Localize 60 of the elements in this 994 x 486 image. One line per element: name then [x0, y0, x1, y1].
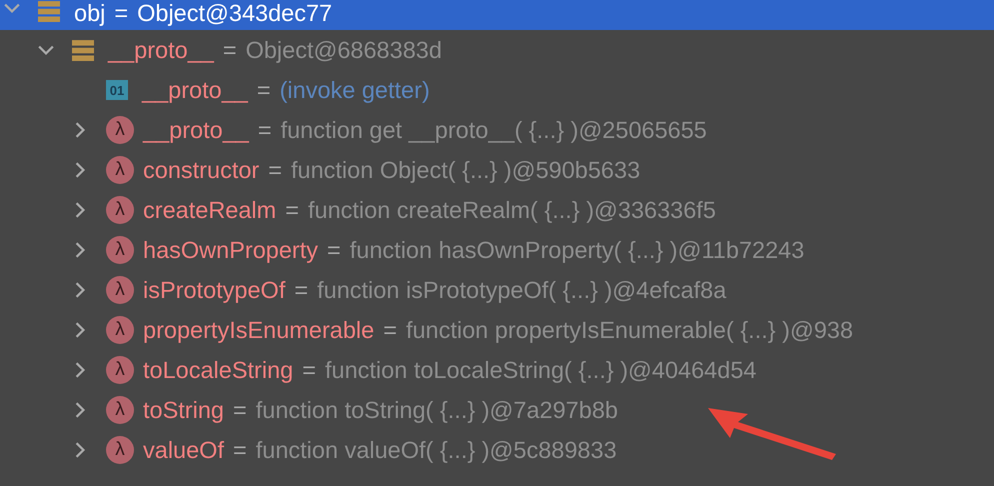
tree-row[interactable]: λ valueOf = function valueOf( {...} )@5c889833	[68, 430, 994, 470]
equals-sign: =	[268, 156, 282, 184]
tree-row[interactable]: λ constructor = function Object( {...} )@590b5633	[68, 150, 994, 190]
tree-row[interactable]: λ isPrototypeOf = function isPrototypeOf( {...} )@4efcaf8a	[68, 270, 994, 310]
tree-row[interactable]: obj = Object@343dec77	[0, 0, 994, 30]
variable-name: __proto__	[108, 36, 214, 64]
field-icon: 01	[106, 80, 128, 100]
variable-value: function isPrototypeOf( {...} )@4efcaf8a	[317, 276, 726, 304]
stack-icon	[72, 39, 94, 61]
variable-name: createRealm	[143, 196, 276, 224]
tree-row[interactable]: λ propertyIsEnumerable = function propertyIsEnumerable( {...} )@938	[68, 310, 994, 350]
variable-name: __proto__	[142, 76, 248, 104]
equals-sign: =	[222, 36, 237, 64]
variable-value: function createRealm( {...} )@336336f5	[308, 196, 716, 224]
variable-name: __proto__	[143, 116, 249, 144]
variable-name: toString	[143, 396, 224, 424]
variable-value: function toString( {...} )@7a297b8b	[256, 396, 618, 424]
tree-row[interactable]: __proto__ = Object@6868383d	[34, 30, 994, 70]
variable-name: constructor	[143, 156, 260, 184]
equals-sign: =	[256, 76, 271, 104]
stack-icon	[38, 0, 60, 22]
variable-value: function toLocaleString( {...} )@40464d54	[324, 356, 756, 384]
equals-sign: =	[233, 436, 247, 464]
lambda-icon: λ	[106, 436, 134, 464]
variable-value: (invoke getter)	[280, 76, 430, 104]
equals-sign: =	[114, 0, 128, 27]
tree-row[interactable]: λ toString = function toString( {...} )@7a297b8b	[68, 390, 994, 430]
variable-value: function Object( {...} )@590b5633	[290, 156, 640, 184]
variable-value: function valueOf( {...} )@5c889833	[256, 436, 617, 464]
variable-value: function propertyIsEnumerable( {...} )@938	[406, 316, 854, 344]
lambda-icon: λ	[106, 116, 134, 144]
tree-row[interactable]: λ __proto__ = function get __proto__( {...} )@25065655	[68, 110, 994, 150]
lambda-icon: λ	[106, 276, 134, 304]
variable-name: propertyIsEnumerable	[143, 316, 374, 344]
lambda-icon: λ	[106, 316, 134, 344]
variable-name: isPrototypeOf	[143, 276, 286, 304]
variable-name: obj	[74, 0, 106, 27]
tree-row[interactable]: 01 __proto__ = (invoke getter)	[68, 70, 994, 110]
equals-sign: =	[258, 116, 272, 144]
lambda-icon: λ	[106, 156, 134, 184]
variable-name: valueOf	[143, 436, 224, 464]
equals-sign: =	[285, 196, 299, 224]
lambda-icon: λ	[106, 396, 134, 424]
tree-row[interactable]: λ toLocaleString = function toLocaleString( {...} )@40464d54	[68, 350, 994, 390]
variable-value: Object@343dec77	[137, 0, 332, 27]
equals-sign: =	[383, 316, 397, 344]
equals-sign: =	[294, 276, 308, 304]
lambda-icon: λ	[106, 356, 134, 384]
tree-row[interactable]: λ hasOwnProperty = function hasOwnProperty( {...} )@11b72243	[68, 230, 994, 270]
variable-value: function get __proto__( {...} )@25065655	[280, 116, 707, 144]
lambda-icon: λ	[106, 196, 134, 224]
variable-value: Object@6868383d	[246, 36, 442, 64]
lambda-icon: λ	[106, 236, 134, 264]
variable-name: hasOwnProperty	[143, 236, 318, 264]
variable-name: toLocaleString	[143, 356, 294, 384]
equals-sign: =	[302, 356, 316, 384]
tree-row[interactable]: λ createRealm = function createRealm( {...} )@336336f5	[68, 190, 994, 230]
equals-sign: =	[233, 396, 247, 424]
equals-sign: =	[327, 236, 341, 264]
variable-value: function hasOwnProperty( {...} )@11b72243	[350, 236, 804, 264]
